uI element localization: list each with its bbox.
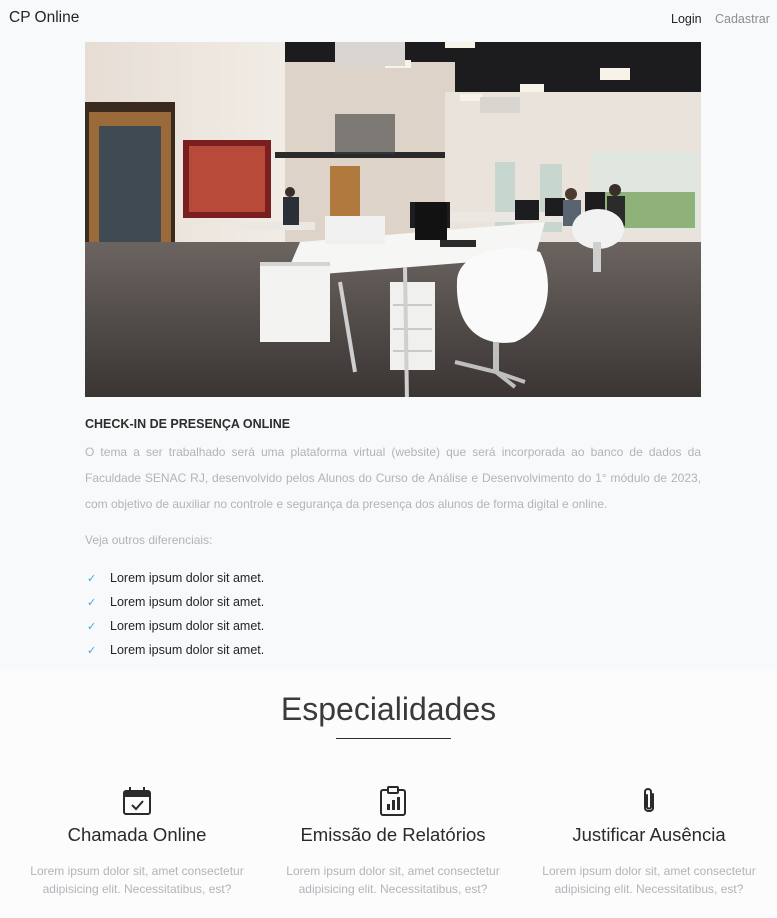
- paperclip-icon: [644, 788, 654, 812]
- about-text: O tema a ser trabalhado será uma platafo…: [85, 445, 701, 511]
- specialty-card: Justificar Ausência Lorem ipsum dolor si…: [519, 786, 777, 898]
- specialty-card: Chamada Online Lorem ipsum dolor sit, am…: [7, 786, 267, 898]
- checkmark-icon: ✓: [87, 644, 97, 657]
- list-item-label: Lorem ipsum dolor sit amet.: [110, 619, 265, 633]
- specialty-text: Lorem ipsum dolor sit, amet consectetur …: [30, 864, 244, 896]
- about-title: CHECK-IN DE PRESENÇA ONLINE: [85, 417, 291, 431]
- specialty-title: Chamada Online: [67, 824, 207, 845]
- list-item-label: Lorem ipsum dolor sit amet.: [110, 571, 265, 585]
- list-item-label: Lorem ipsum dolor sit amet.: [110, 595, 265, 609]
- list-item: ✓ Lorem ipsum dolor sit amet.: [85, 614, 264, 638]
- brand-link[interactable]: CP Online: [9, 9, 79, 27]
- specialty-title: Justificar Ausência: [572, 824, 726, 845]
- login-link[interactable]: Login: [671, 12, 702, 26]
- list-item: ✓ Lorem ipsum dolor sit amet.: [85, 638, 264, 662]
- clipboard-chart-icon: [380, 786, 406, 816]
- section-divider: [336, 738, 451, 739]
- features-list: ✓ Lorem ipsum dolor sit amet. ✓ Lorem ip…: [85, 566, 264, 662]
- checkmark-icon: ✓: [87, 572, 97, 585]
- checkmark-icon: ✓: [87, 596, 97, 609]
- hero-image: [85, 42, 701, 397]
- list-item: ✓ Lorem ipsum dolor sit amet.: [85, 566, 264, 590]
- checkmark-icon: ✓: [87, 620, 97, 633]
- specialty-text: Lorem ipsum dolor sit, amet consectetur …: [542, 864, 756, 896]
- navbar: CP Online Login Cadastrar: [0, 0, 777, 40]
- register-link[interactable]: Cadastrar: [715, 12, 770, 26]
- calendar-check-icon: [123, 787, 151, 815]
- section-title: Especialidades: [280, 691, 497, 727]
- list-item: ✓ Lorem ipsum dolor sit amet.: [85, 590, 264, 614]
- specialties-section: Especialidades Chamada Online Lorem ipsu…: [0, 671, 777, 918]
- specialty-text: Lorem ipsum dolor sit, amet consectetur …: [286, 864, 500, 896]
- list-item-label: Lorem ipsum dolor sit amet.: [110, 643, 265, 657]
- features-intro: Veja outros diferenciais:: [85, 533, 213, 547]
- specialty-title: Emissão de Relatórios: [300, 824, 486, 845]
- specialty-card: Emissão de Relatórios Lorem ipsum dolor …: [263, 786, 523, 898]
